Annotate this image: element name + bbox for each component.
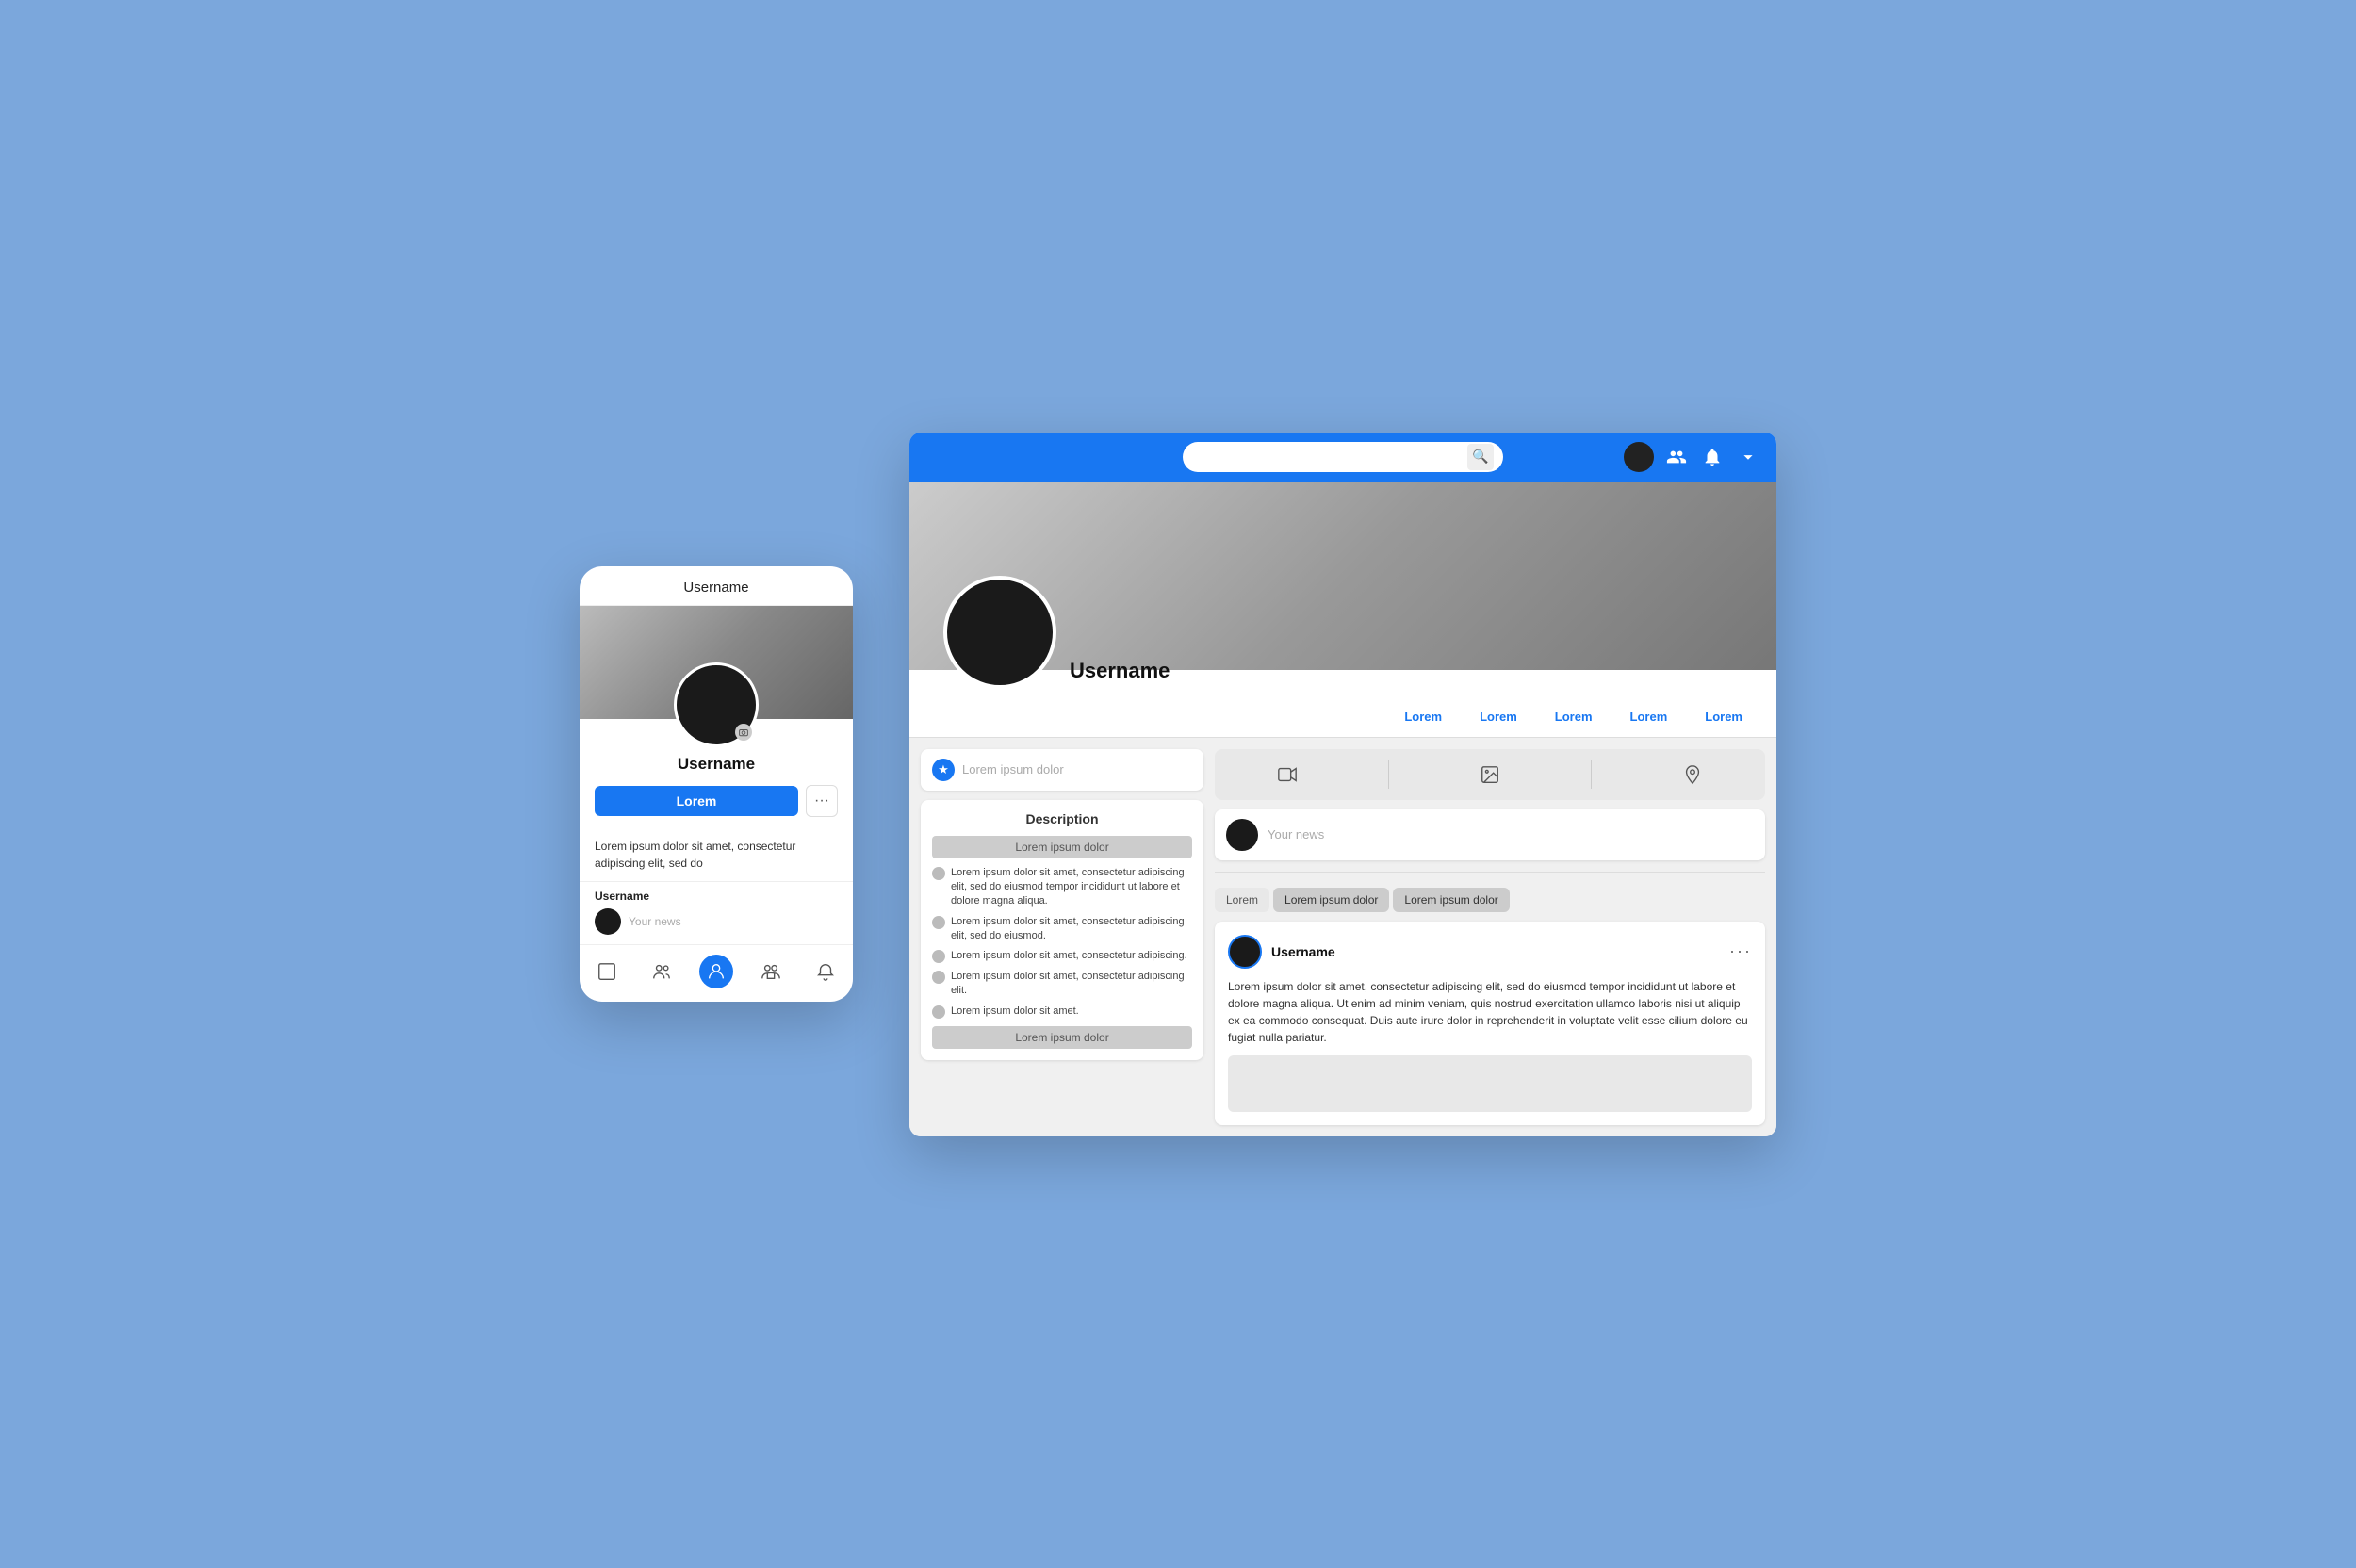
tab-3[interactable]: Lorem [1536, 698, 1612, 737]
post-card-user: Username [1228, 935, 1335, 969]
tabs-row: Lorem Lorem ipsum dolor Lorem ipsum dolo… [1215, 888, 1765, 912]
star-icon: ★ [932, 759, 955, 781]
profile-avatar [943, 576, 1056, 689]
phone-primary-button[interactable]: Lorem [595, 786, 798, 816]
news-placeholder[interactable]: Your news [1268, 827, 1754, 841]
phone-nav-groups[interactable] [754, 957, 788, 986]
desktop-browser: 🔍 Username [909, 433, 1776, 1136]
tab-lorem-2[interactable]: Lorem ipsum dolor [1393, 888, 1509, 912]
phone-dots-button[interactable]: ··· [806, 785, 838, 817]
search-bar: 🔍 [1183, 442, 1503, 472]
tab-lorem-1[interactable]: Lorem ipsum dolor [1273, 888, 1389, 912]
video-button[interactable] [1262, 759, 1313, 791]
news-input-row[interactable]: Your news [1215, 809, 1765, 860]
browser-topbar: 🔍 [909, 433, 1776, 482]
description-box: Description Lorem ipsum dolor Lorem ipsu… [921, 800, 1203, 1061]
profile-tabs: Lorem Lorem Lorem Lorem Lorem [909, 670, 1776, 738]
phone-username-section: Username Lorem ··· [580, 755, 853, 838]
phone-nav-home[interactable] [590, 957, 624, 986]
desc-dot-4 [932, 971, 945, 984]
tab-5[interactable]: Lorem [1686, 698, 1761, 737]
profile-name: Username [1070, 659, 1170, 683]
desc-dot-2 [932, 916, 945, 929]
browser-nav-icons [1624, 442, 1761, 472]
mobile-phone: Username Username Lorem ··· Lorem ipsum … [580, 566, 853, 1002]
phone-news-placeholder[interactable]: Your news [629, 915, 681, 928]
desc-dot-3 [932, 950, 945, 963]
desc-dot-1 [932, 867, 945, 880]
news-avatar [1226, 819, 1258, 851]
dropdown-icon[interactable] [1735, 444, 1761, 470]
desc-item-2: Lorem ipsum dolor sit amet, consectetur … [932, 915, 1192, 944]
phone-news-username: Username [595, 890, 838, 903]
desc-heading: Lorem ipsum dolor [932, 836, 1192, 858]
desc-footer[interactable]: Lorem ipsum dolor [932, 1026, 1192, 1049]
search-input[interactable] [1192, 449, 1462, 464]
post-card: Username ··· Lorem ipsum dolor sit amet,… [1215, 922, 1765, 1125]
post-card-header: Username ··· [1228, 935, 1752, 969]
phone-news-section: Username Your news [580, 881, 853, 944]
phone-avatar [674, 662, 759, 747]
left-column: ★ Lorem ipsum dolor Description Lorem ip… [921, 749, 1203, 1125]
phone-title: Username [683, 580, 748, 596]
tab-1[interactable]: Lorem [1385, 698, 1461, 737]
post-card-avatar [1228, 935, 1262, 969]
profile-cover: Username [909, 482, 1776, 670]
tab-left[interactable]: Lorem [1215, 888, 1269, 912]
phone-news-avatar [595, 908, 621, 935]
browser-nav-avatar[interactable] [1624, 442, 1654, 472]
phone-bottom-nav [580, 944, 853, 1002]
desc-dot-5 [932, 1005, 945, 1019]
post-card-text: Lorem ipsum dolor sit amet, consectetur … [1228, 978, 1752, 1046]
phone-cover-photo [580, 606, 853, 719]
browser-main-content: ★ Lorem ipsum dolor Description Lorem ip… [909, 738, 1776, 1136]
search-icon[interactable]: 🔍 [1467, 444, 1494, 470]
post-input-box[interactable]: ★ Lorem ipsum dolor [921, 749, 1203, 791]
profile-section: Username Lorem Lorem Lorem Lorem Lorem [909, 482, 1776, 738]
desc-item-5: Lorem ipsum dolor sit amet. [932, 1004, 1192, 1019]
friends-icon[interactable] [1663, 444, 1690, 470]
phone-news-input-row: Your news [595, 908, 838, 935]
right-column: Your news Lorem Lorem ipsum dolor Lorem … [1215, 749, 1765, 1125]
desc-item-1: Lorem ipsum dolor sit amet, consectetur … [932, 866, 1192, 909]
phone-action-buttons: Lorem ··· [595, 785, 838, 817]
media-icons-row [1215, 749, 1765, 800]
post-card-username: Username [1271, 944, 1335, 959]
camera-icon[interactable] [735, 724, 752, 741]
phone-nav-profile[interactable] [699, 955, 733, 988]
tab-2[interactable]: Lorem [1461, 698, 1536, 737]
news-divider [1215, 872, 1765, 873]
tab-4[interactable]: Lorem [1612, 698, 1687, 737]
post-card-more-button[interactable]: ··· [1729, 941, 1752, 961]
phone-username: Username [595, 755, 838, 774]
description-title: Description [932, 811, 1192, 826]
phone-header: Username [580, 566, 853, 606]
notifications-icon[interactable] [1699, 444, 1726, 470]
desc-item-4: Lorem ipsum dolor sit amet, consectetur … [932, 970, 1192, 999]
desc-item-3: Lorem ipsum dolor sit amet, consectetur … [932, 949, 1192, 963]
image-button[interactable] [1464, 759, 1515, 791]
post-placeholder: Lorem ipsum dolor [962, 762, 1192, 776]
phone-nav-friends[interactable] [645, 957, 679, 986]
phone-bio: Lorem ipsum dolor sit amet, consectetur … [580, 838, 853, 881]
phone-nav-notifications[interactable] [809, 957, 843, 986]
post-card-footer-actions [1228, 1055, 1752, 1112]
location-button[interactable] [1667, 759, 1718, 791]
